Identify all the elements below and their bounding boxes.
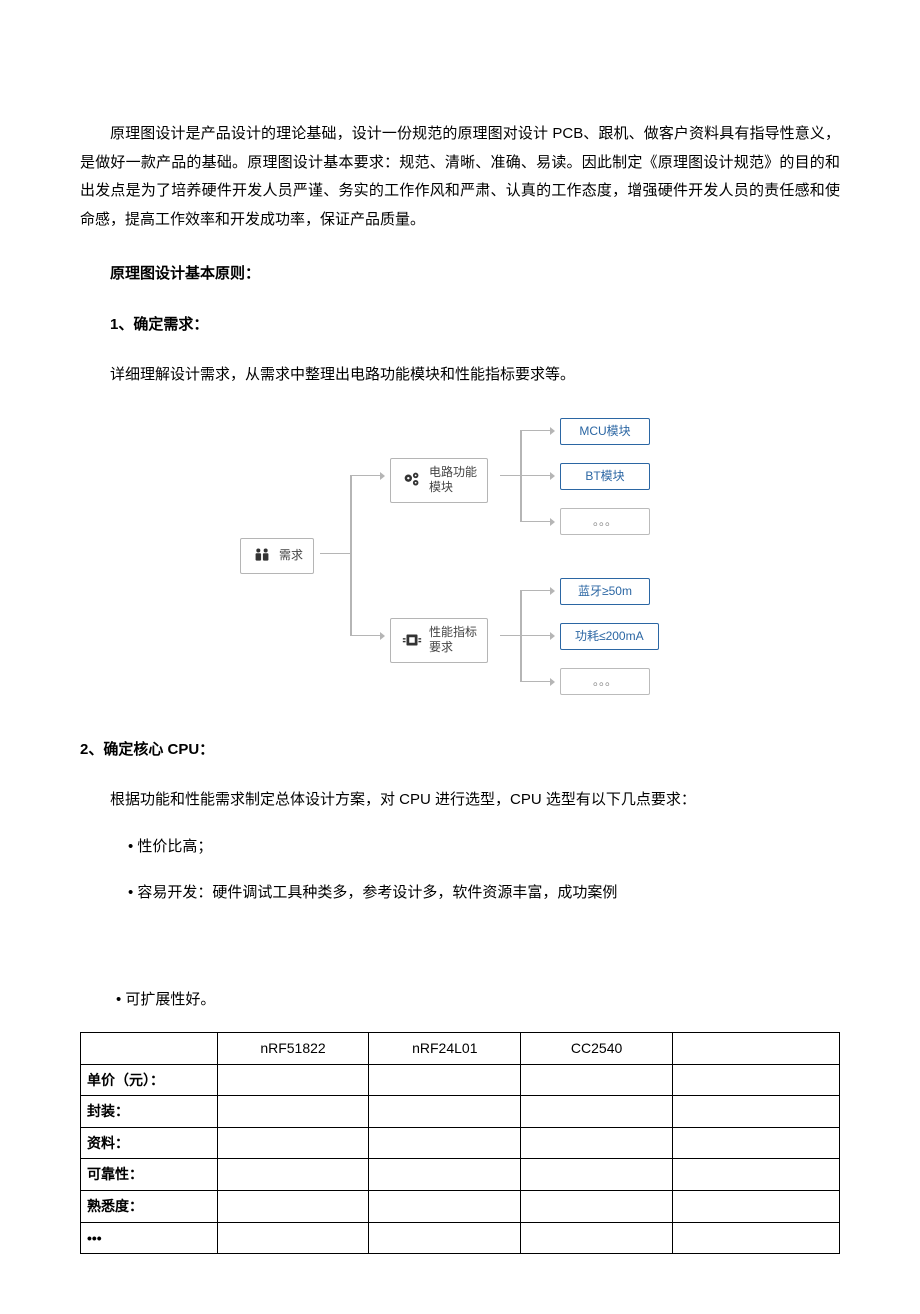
table-cell [521,1064,673,1096]
table-cell [673,1096,840,1128]
leaf-power: 功耗≤200mA [560,623,659,651]
node-performance-req-label: 性能指标 要求 [429,625,477,656]
table-cell [217,1190,369,1222]
leaf-etc2: 。。。 [560,668,650,696]
table-row-label: 可靠性： [81,1159,218,1191]
section-1-body: 详细理解设计需求，从需求中整理出电路功能模块和性能指标要求等。 [80,361,840,390]
leaf-bt: BT模块 [560,463,650,491]
table-row: 封装： [81,1096,840,1128]
table-header: nRF51822 [217,1033,369,1065]
table-row: ••• [81,1222,840,1254]
table-cell [369,1096,521,1128]
requirements-diagram: 需求 电路功能 模块 性能指标 要求 MCU模块 BT模块 。。。 蓝牙≥50m… [240,408,680,708]
bullet-list-2: 可扩展性好。 [116,986,840,1015]
table-header-row: nRF51822 nRF24L01 CC2540 [81,1033,840,1065]
table-row: 单价（元）： [81,1064,840,1096]
table-cell [217,1127,369,1159]
table-cell [673,1064,840,1096]
table-cell [369,1127,521,1159]
table-row-label: 封装： [81,1096,218,1128]
section-2-body: 根据功能和性能需求制定总体设计方案，对 CPU 进行选型，CPU 选型有以下几点… [80,786,840,815]
table-cell [217,1096,369,1128]
table-row: 可靠性： [81,1159,840,1191]
principles-heading: 原理图设计基本原则： [80,260,840,289]
chip-icon [401,629,423,651]
table-cell [217,1222,369,1254]
table-cell [521,1159,673,1191]
table-cell [673,1127,840,1159]
table-cell [673,1190,840,1222]
table-header [81,1033,218,1065]
table-cell [369,1222,521,1254]
node-function-modules: 电路功能 模块 [390,458,488,503]
table-row-label: ••• [81,1222,218,1254]
table-cell [369,1190,521,1222]
table-cell [673,1222,840,1254]
node-requirements: 需求 [240,538,314,574]
table-cell [217,1159,369,1191]
table-cell [369,1064,521,1096]
bullet-list-1: 性价比高； 容易开发：硬件调试工具种类多，参考设计多，软件资源丰富，成功案例 [128,833,840,908]
leaf-etc1: 。。。 [560,508,650,536]
table-cell [521,1222,673,1254]
people-icon [251,545,273,567]
table-header: nRF24L01 [369,1033,521,1065]
table-row: 资料： [81,1127,840,1159]
bullet-item: 性价比高； [128,833,840,862]
intro-paragraph: 原理图设计是产品设计的理论基础，设计一份规范的原理图对设计 PCB、跟机、做客户… [80,120,840,234]
table-cell [369,1159,521,1191]
table-cell [521,1096,673,1128]
table-header [673,1033,840,1065]
node-requirements-label: 需求 [279,548,303,564]
section-1-heading: 1、确定需求： [80,311,840,340]
table-header: CC2540 [521,1033,673,1065]
leaf-mcu: MCU模块 [560,418,650,446]
node-performance-req: 性能指标 要求 [390,618,488,663]
table-row-label: 单价（元）： [81,1064,218,1096]
section-2-heading: 2、确定核心 CPU： [80,736,840,765]
table-cell [217,1064,369,1096]
bullet-item: 容易开发：硬件调试工具种类多，参考设计多，软件资源丰富，成功案例 [128,879,840,908]
table-cell [521,1127,673,1159]
table-cell [521,1190,673,1222]
table-cell [673,1159,840,1191]
cpu-comparison-table: nRF51822 nRF24L01 CC2540 单价（元）：封装：资料：可靠性… [80,1032,840,1254]
gears-icon [401,469,423,491]
table-row-label: 熟悉度： [81,1190,218,1222]
node-function-modules-label: 电路功能 模块 [429,465,477,496]
leaf-bluetooth-range: 蓝牙≥50m [560,578,650,606]
table-row: 熟悉度： [81,1190,840,1222]
table-row-label: 资料： [81,1127,218,1159]
bullet-item: 可扩展性好。 [116,986,840,1015]
